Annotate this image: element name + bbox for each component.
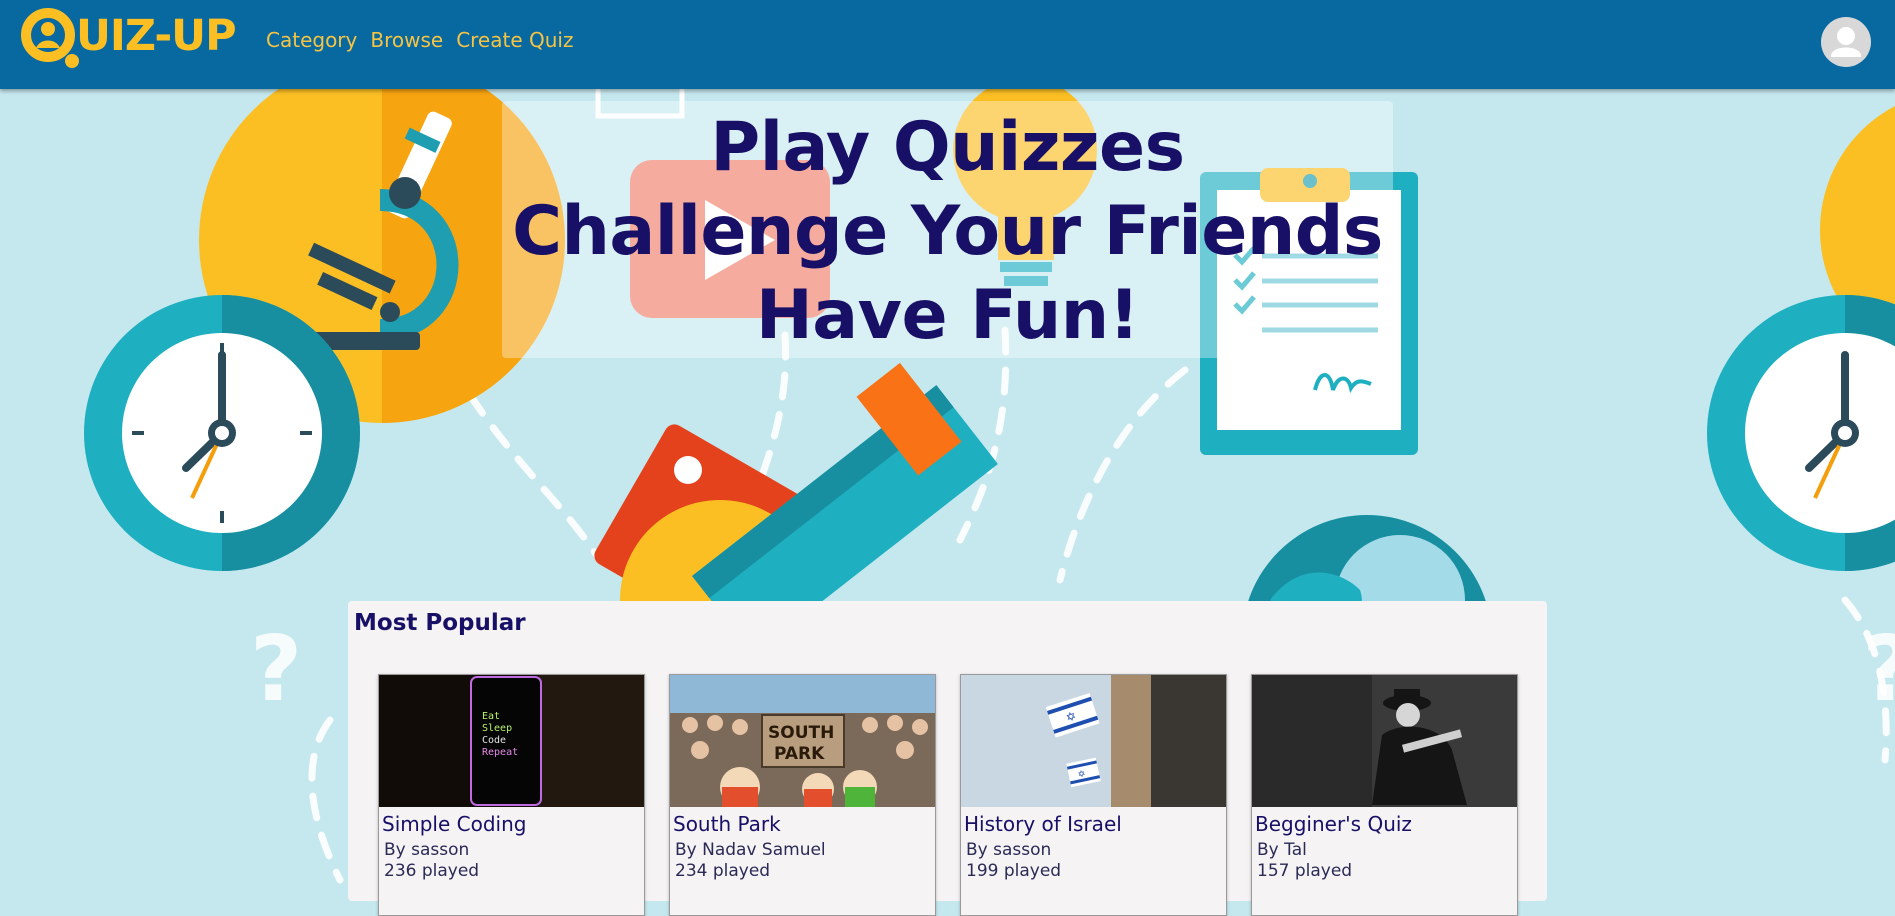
quiz-author: By Tal	[1257, 840, 1307, 860]
nav-category-link[interactable]: Category	[266, 26, 357, 54]
quiz-thumbnail: Eat Sleep Code Repeat	[379, 675, 644, 807]
logo-text: UIZ-UP	[76, 11, 237, 61]
quiz-title: South Park	[673, 812, 781, 836]
quiz-card-simple-coding[interactable]: Eat Sleep Code Repeat Simple Coding By s…	[378, 674, 645, 916]
svg-text:Repeat: Repeat	[482, 747, 518, 758]
user-avatar-icon	[1831, 27, 1861, 57]
quiz-author: By sasson	[384, 840, 470, 860]
top-navbar: UIZ-UP Category Browse Create Quiz	[0, 0, 1895, 89]
svg-text:Sleep: Sleep	[482, 723, 512, 734]
quiz-thumbnail: ✡ ✡	[961, 675, 1226, 807]
quiz-play-count: 199 played	[966, 861, 1062, 881]
svg-text:PARK: PARK	[774, 744, 825, 764]
svg-text:Eat: Eat	[482, 711, 500, 722]
main-nav: Category Browse Create Quiz	[266, 26, 573, 54]
svg-text:?: ?	[1862, 617, 1895, 722]
quiz-author: By sasson	[966, 840, 1052, 860]
most-popular-section: Most Popular Eat Sleep Code Repeat Simpl…	[348, 601, 1547, 916]
hero-line-1: Play Quizzes	[710, 108, 1185, 187]
hero-line-3: Have Fun!	[755, 276, 1140, 355]
quiz-title: Begginer's Quiz	[1255, 812, 1412, 836]
quiz-up-logo[interactable]: UIZ-UP	[20, 8, 245, 70]
user-avatar[interactable]	[1821, 17, 1871, 67]
most-popular-heading: Most Popular	[354, 610, 526, 636]
clock-right-icon	[1707, 295, 1895, 571]
nav-create-quiz-link[interactable]: Create Quiz	[456, 26, 573, 54]
quiz-card-history-of-israel[interactable]: ✡ ✡ History of Israel By sasson 199 play…	[960, 674, 1227, 916]
quiz-card-begginers-quiz[interactable]: Begginer's Quiz By Tal 157 played	[1251, 674, 1518, 916]
quiz-thumbnail	[1252, 675, 1517, 807]
quiz-play-count: 234 played	[675, 861, 771, 881]
logo-magnifier-icon	[21, 8, 79, 68]
quiz-title: History of Israel	[964, 812, 1122, 836]
clock-left-icon	[84, 295, 360, 571]
nav-browse-link[interactable]: Browse	[370, 26, 443, 54]
svg-text:SOUTH: SOUTH	[768, 723, 834, 743]
quiz-title: Simple Coding	[382, 812, 527, 836]
quiz-thumbnail: SOUTH PARK	[670, 675, 935, 807]
quiz-play-count: 236 played	[384, 861, 480, 881]
question-mark-decoration-icon: ?	[250, 617, 302, 722]
quiz-card-south-park[interactable]: SOUTH PARK South Park By Nadav Samuel 23…	[669, 674, 936, 916]
hero-line-2: Challenge Your Friends	[512, 192, 1383, 271]
svg-text:Code: Code	[482, 735, 506, 746]
quiz-author: By Nadav Samuel	[675, 840, 826, 860]
hero-headline: Play Quizzes Challenge Your Friends Have…	[420, 106, 1475, 358]
quiz-play-count: 157 played	[1257, 861, 1353, 881]
